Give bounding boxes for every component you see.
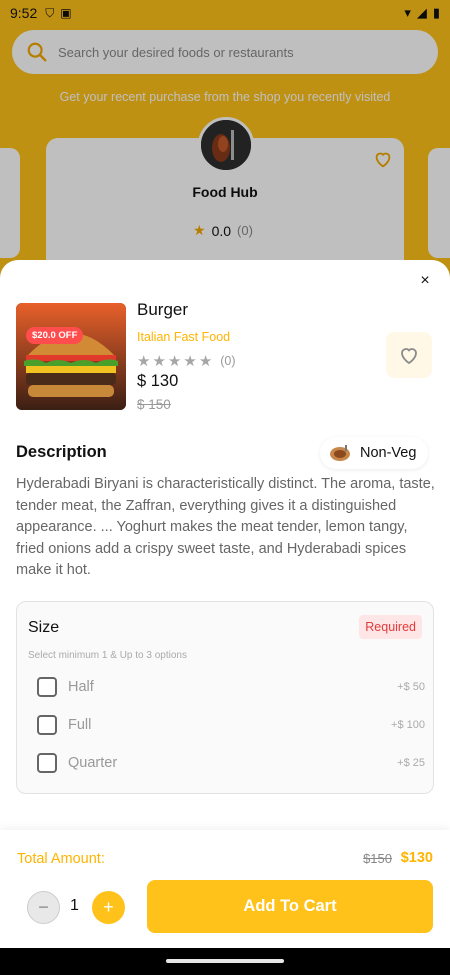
- product-price: $ 130: [137, 372, 179, 390]
- add-to-cart-button[interactable]: Add To Cart: [147, 880, 433, 933]
- total-amount-label: Total Amount:: [17, 851, 105, 867]
- star-icon: ★: [152, 353, 166, 370]
- total-old-price: $150: [363, 851, 392, 866]
- size-option-price: +$ 25: [397, 757, 425, 769]
- size-option-price: +$ 100: [391, 719, 425, 731]
- size-option-quarter[interactable]: Quarter +$ 25: [37, 751, 425, 775]
- size-option-label: Full: [68, 717, 92, 733]
- home-indicator[interactable]: [166, 959, 284, 963]
- size-option-half[interactable]: Half +$ 50: [37, 675, 425, 699]
- product-rating: ★ ★ ★ ★ ★ (0): [137, 352, 236, 370]
- product-category: Italian Fast Food: [137, 330, 231, 344]
- wishlist-button[interactable]: [386, 332, 432, 378]
- product-old-price: $ 150: [137, 397, 171, 412]
- size-options-box: Size Required Select minimum 1 & Up to 3…: [16, 601, 434, 794]
- size-title: Size: [28, 619, 60, 636]
- discount-badge: $20.0 OFF: [26, 327, 84, 344]
- star-icon: ★: [198, 353, 213, 370]
- checkbox[interactable]: [37, 753, 57, 773]
- total-price: $130: [400, 850, 433, 866]
- decrease-quantity-button[interactable]: −: [27, 891, 60, 924]
- non-veg-badge: Non-Veg: [320, 437, 429, 469]
- product-name: Burger: [137, 300, 189, 319]
- close-button[interactable]: ×: [410, 266, 440, 296]
- star-icon: ★: [137, 353, 151, 370]
- size-option-price: +$ 50: [397, 681, 425, 693]
- meat-icon: [330, 445, 350, 461]
- description-title: Description: [16, 443, 107, 461]
- burger-image: [16, 303, 126, 410]
- size-option-label: Quarter: [68, 755, 118, 771]
- size-option-label: Half: [68, 679, 94, 695]
- increase-quantity-button[interactable]: +: [92, 891, 125, 924]
- checkbox[interactable]: [37, 715, 57, 735]
- description-text: Hyderabadi Biryani is characteristically…: [16, 476, 435, 578]
- system-navigation-bar: [0, 948, 450, 975]
- quantity-value: 1: [70, 897, 79, 914]
- checkbox[interactable]: [37, 677, 57, 697]
- required-badge: Required: [359, 615, 422, 639]
- size-hint: Select minimum 1 & Up to 3 options: [28, 650, 187, 661]
- non-veg-label: Non-Veg: [360, 445, 417, 461]
- cart-footer: Total Amount: $150 $130 − 1 + Add To Car…: [0, 830, 450, 948]
- size-option-full[interactable]: Full +$ 100: [37, 713, 425, 737]
- heart-icon: [401, 348, 417, 365]
- star-icon: ★: [183, 353, 197, 370]
- product-image: [16, 303, 126, 410]
- product-review-count: (0): [220, 354, 236, 368]
- star-icon: ★: [167, 353, 182, 370]
